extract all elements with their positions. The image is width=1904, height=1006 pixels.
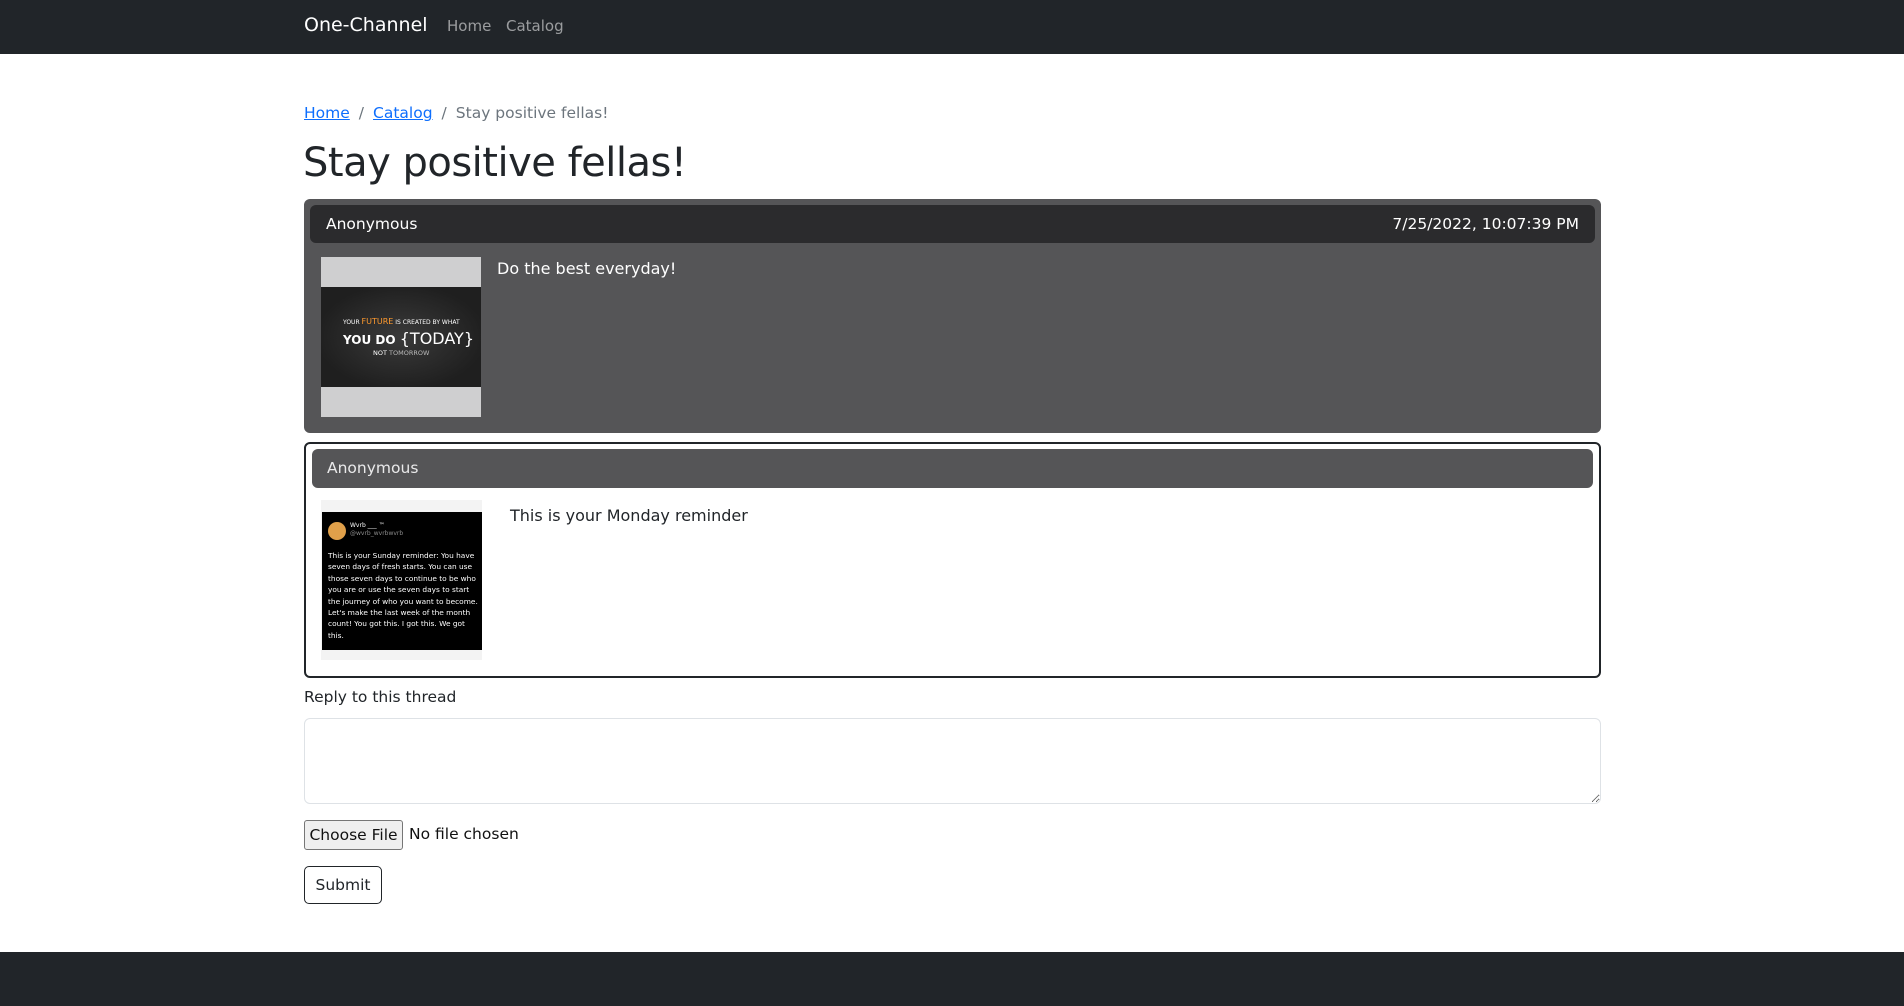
poster-line-top: YOUR FUTURE IS CREATED BY WHAT	[343, 317, 460, 326]
breadcrumb-separator: /	[441, 104, 447, 122]
breadcrumb-separator: /	[358, 104, 365, 122]
post-author: Anonymous	[327, 459, 419, 477]
reply-label: Reply to this thread	[304, 688, 457, 706]
footer	[0, 952, 1904, 1006]
tweet-body-text: This is your Sunday reminder: You have s…	[328, 551, 478, 640]
tweet-author-handle: @wvrb_wvrbwvrb	[350, 530, 404, 537]
poster-line-bottom: NOT TOMORROW	[373, 349, 429, 357]
poster-brace: {	[399, 329, 410, 348]
breadcrumb-home-link[interactable]: Home	[304, 104, 350, 122]
navbar: One-Channel Home Catalog	[0, 0, 1904, 54]
thread-post: Anonymous 7/25/2022, 10:07:39 PM YOUR FU…	[304, 199, 1601, 433]
poster-word: TODAY	[409, 329, 464, 348]
post-header: Anonymous 7/25/2022, 10:07:39 PM	[310, 205, 1595, 243]
post-body: Do the best everyday!	[497, 259, 677, 278]
breadcrumb-catalog-link[interactable]: Catalog	[373, 104, 433, 122]
page-title: Stay positive fellas!	[303, 140, 687, 186]
quote-poster-image: YOUR FUTURE IS CREATED BY WHAT YOU DO {T…	[321, 287, 481, 387]
file-status: No file chosen	[409, 825, 519, 843]
nav-link-home[interactable]: Home	[447, 17, 491, 35]
poster-word: YOUR	[343, 319, 360, 326]
thread-post: Anonymous Wvrb ___ ™ @wvrb_wvrbwvrb This…	[304, 442, 1601, 678]
post-author: Anonymous	[326, 215, 418, 233]
poster-brace: }	[463, 329, 474, 348]
post-image-thumbnail[interactable]: Wvrb ___ ™ @wvrb_wvrbwvrb This is your S…	[321, 500, 482, 660]
tweet-screenshot-image: Wvrb ___ ™ @wvrb_wvrbwvrb This is your S…	[322, 512, 482, 650]
avatar	[328, 522, 346, 540]
post-timestamp: 7/25/2022, 10:07:39 PM	[1392, 215, 1579, 233]
post-header: Anonymous	[312, 449, 1593, 488]
poster-line-middle: YOU DO {TODAY}	[343, 329, 474, 348]
breadcrumb: Home / Catalog / Stay positive fellas!	[304, 104, 608, 122]
post-image-thumbnail[interactable]: YOUR FUTURE IS CREATED BY WHAT YOU DO {T…	[321, 257, 481, 417]
reply-textarea[interactable]	[304, 718, 1601, 804]
brand-link[interactable]: One-Channel	[304, 14, 428, 36]
poster-word: YOU DO	[343, 333, 396, 347]
poster-word: IS CREATED BY WHAT	[395, 319, 460, 326]
nav-link-catalog[interactable]: Catalog	[506, 17, 564, 35]
poster-word: TOMORROW	[389, 349, 430, 357]
poster-word: NOT	[373, 349, 387, 357]
breadcrumb-current: Stay positive fellas!	[455, 104, 609, 122]
tweet-author-name: Wvrb ___ ™	[350, 522, 385, 529]
choose-file-button[interactable]: Choose File	[304, 820, 403, 850]
poster-word: FUTURE	[361, 317, 394, 326]
post-body: This is your Monday reminder	[510, 506, 748, 525]
submit-button[interactable]: Submit	[304, 866, 382, 904]
